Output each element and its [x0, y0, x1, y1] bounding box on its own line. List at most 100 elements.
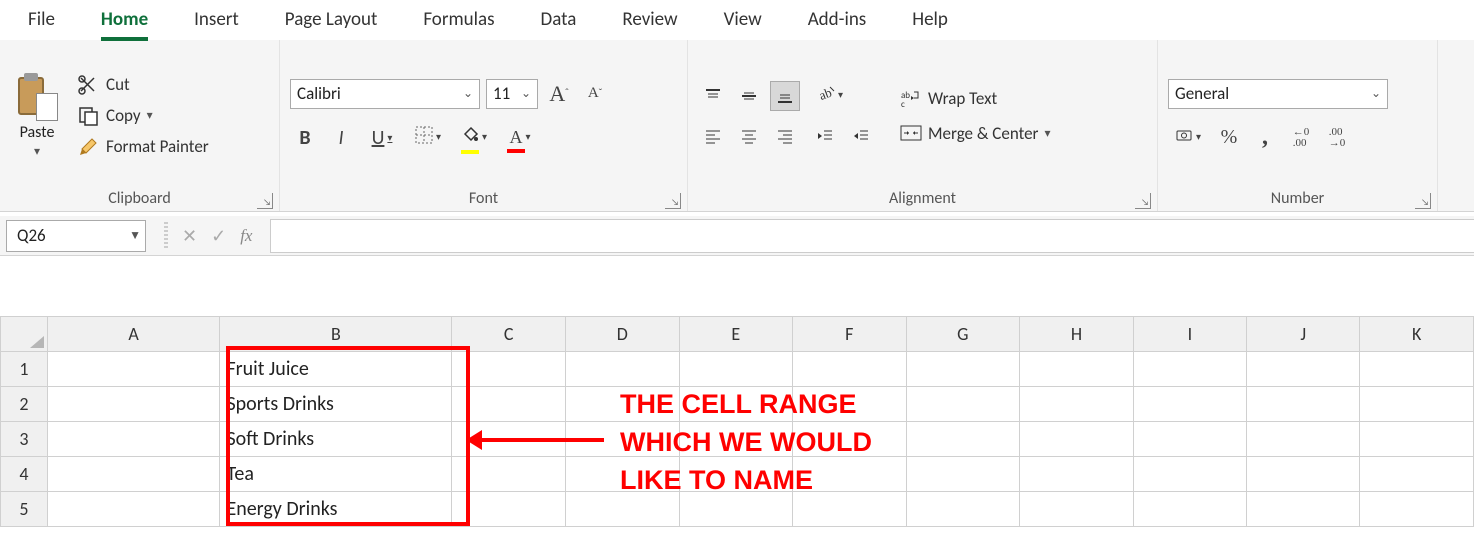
cell[interactable]	[1247, 422, 1360, 457]
cell[interactable]	[1360, 422, 1474, 457]
tab-data[interactable]: Data	[541, 0, 577, 37]
cell[interactable]	[1247, 492, 1360, 527]
cell[interactable]	[1360, 457, 1474, 492]
font-size-combo[interactable]: 11 ⌄	[486, 79, 538, 109]
format-painter-button[interactable]: Format Painter	[74, 134, 213, 159]
increase-font-button[interactable]: Aˆ	[544, 79, 574, 109]
tab-page-layout[interactable]: Page Layout	[285, 0, 378, 37]
italic-button[interactable]: I	[326, 123, 356, 153]
number-format-combo[interactable]: General ⌄	[1168, 79, 1388, 109]
cell[interactable]	[1020, 492, 1134, 527]
align-middle-button[interactable]	[734, 81, 764, 111]
increase-indent-button[interactable]	[846, 121, 876, 151]
cell[interactable]	[1020, 387, 1134, 422]
row-header[interactable]: 1	[1, 352, 48, 387]
cell[interactable]	[1247, 387, 1360, 422]
tab-home[interactable]: Home	[101, 0, 148, 41]
cell[interactable]	[1360, 387, 1474, 422]
align-left-button[interactable]	[698, 121, 728, 151]
bold-button[interactable]: B	[290, 123, 320, 153]
cell[interactable]	[1133, 492, 1246, 527]
row-header[interactable]: 2	[1, 387, 48, 422]
cell[interactable]	[679, 352, 793, 387]
cell[interactable]	[906, 352, 1020, 387]
formula-bar[interactable]	[270, 219, 1474, 253]
column-header[interactable]: K	[1360, 317, 1474, 352]
orientation-button[interactable]: ab ▾	[810, 81, 850, 111]
cell[interactable]	[906, 422, 1020, 457]
tab-review[interactable]: Review	[622, 0, 677, 37]
select-all-corner[interactable]	[1, 317, 48, 352]
column-header[interactable]: J	[1247, 317, 1360, 352]
fx-icon[interactable]: fx	[240, 226, 252, 246]
cell[interactable]	[906, 492, 1020, 527]
cell[interactable]	[1133, 422, 1246, 457]
cell[interactable]: Soft Drinks	[220, 422, 452, 457]
comma-style-button[interactable]: ,	[1250, 123, 1280, 153]
copy-button[interactable]: Copy ▾	[74, 103, 213, 128]
cell[interactable]	[47, 352, 220, 387]
cell[interactable]	[1133, 352, 1246, 387]
align-bottom-button[interactable]	[770, 81, 800, 111]
borders-button[interactable]: ▾	[408, 123, 448, 153]
cell[interactable]	[906, 457, 1020, 492]
cell[interactable]	[452, 457, 566, 492]
underline-button[interactable]: U▾	[362, 123, 402, 153]
cell[interactable]	[1133, 457, 1246, 492]
column-header[interactable]: H	[1020, 317, 1134, 352]
cell[interactable]	[1133, 387, 1246, 422]
cell[interactable]	[1360, 492, 1474, 527]
wrap-text-button[interactable]: abc Wrap Text	[896, 86, 1055, 111]
increase-decimal-button[interactable]: ←0.00	[1286, 123, 1316, 153]
cell[interactable]	[1247, 352, 1360, 387]
column-header[interactable]: E	[679, 317, 793, 352]
cell[interactable]	[1247, 457, 1360, 492]
cell[interactable]	[47, 492, 220, 527]
cell[interactable]: Energy Drinks	[220, 492, 452, 527]
tab-addins[interactable]: Add-ins	[808, 0, 867, 37]
column-header[interactable]: F	[793, 317, 906, 352]
align-center-button[interactable]	[734, 121, 764, 151]
fill-color-button[interactable]: ▾	[454, 123, 494, 153]
cancel-formula-icon[interactable]: ✕	[182, 225, 197, 247]
cell[interactable]: Sports Drinks	[220, 387, 452, 422]
decrease-indent-button[interactable]	[810, 121, 840, 151]
cell[interactable]	[452, 492, 566, 527]
row-header[interactable]: 5	[1, 492, 48, 527]
tab-insert[interactable]: Insert	[194, 0, 239, 37]
cell[interactable]: Fruit Juice	[220, 352, 452, 387]
tab-file[interactable]: File	[28, 0, 55, 37]
cell[interactable]	[47, 422, 220, 457]
align-top-button[interactable]	[698, 81, 728, 111]
dialog-launcher-icon[interactable]	[1415, 193, 1431, 209]
accounting-format-button[interactable]: ▾	[1168, 123, 1208, 153]
column-header[interactable]: G	[906, 317, 1020, 352]
row-header[interactable]: 4	[1, 457, 48, 492]
font-color-button[interactable]: A ▾	[500, 123, 540, 153]
cell[interactable]	[452, 352, 566, 387]
cell[interactable]	[793, 352, 906, 387]
dialog-launcher-icon[interactable]	[665, 193, 681, 209]
cell[interactable]	[906, 387, 1020, 422]
cell[interactable]	[565, 352, 679, 387]
percent-button[interactable]: %	[1214, 123, 1244, 153]
font-name-combo[interactable]: Calibri ⌄	[290, 79, 480, 109]
column-header[interactable]: C	[452, 317, 566, 352]
merge-center-button[interactable]: Merge & Center ▾	[896, 121, 1055, 146]
row-header[interactable]: 3	[1, 422, 48, 457]
name-box[interactable]: Q26 ▼	[6, 220, 146, 252]
dialog-launcher-icon[interactable]	[1135, 193, 1151, 209]
cut-button[interactable]: Cut	[74, 72, 213, 97]
paste-button[interactable]: Paste ▾	[10, 69, 64, 163]
align-right-button[interactable]	[770, 121, 800, 151]
decrease-font-button[interactable]: Aˇ	[580, 79, 610, 109]
dialog-launcher-icon[interactable]	[257, 193, 273, 209]
tab-view[interactable]: View	[724, 0, 762, 37]
tab-help[interactable]: Help	[912, 0, 948, 37]
enter-formula-icon[interactable]: ✓	[211, 225, 226, 247]
cell[interactable]	[1020, 352, 1134, 387]
cell[interactable]	[1020, 457, 1134, 492]
cell[interactable]: Tea	[220, 457, 452, 492]
decrease-decimal-button[interactable]: .00→0	[1322, 123, 1352, 153]
cell[interactable]	[1360, 352, 1474, 387]
